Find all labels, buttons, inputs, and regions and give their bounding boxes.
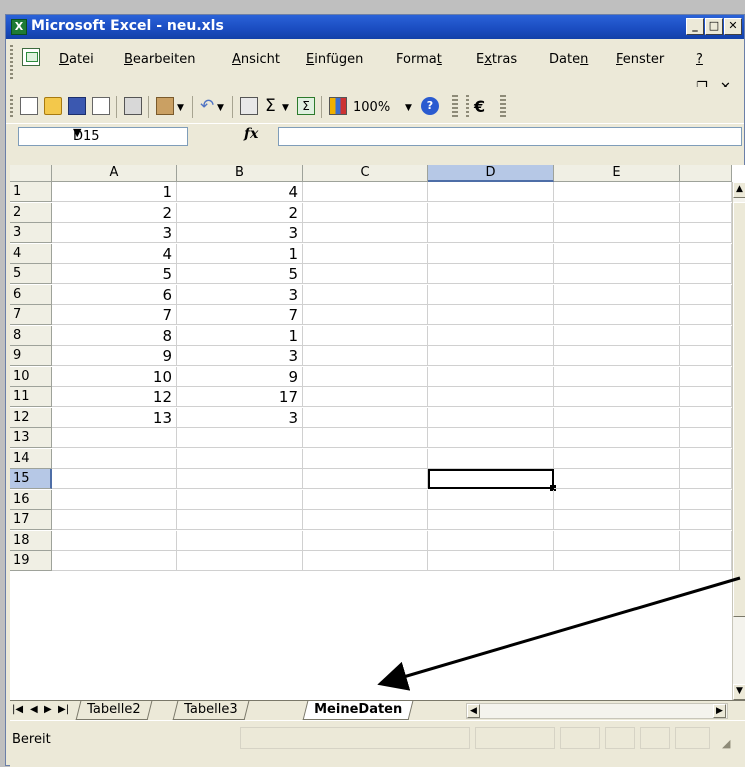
sheet-tab-meinedaten[interactable]: MeineDaten — [302, 701, 414, 720]
sheet-tab-label: MeineDaten — [314, 702, 403, 717]
annotation-arrow-line — [377, 576, 741, 691]
annotation-arrow — [377, 576, 741, 691]
